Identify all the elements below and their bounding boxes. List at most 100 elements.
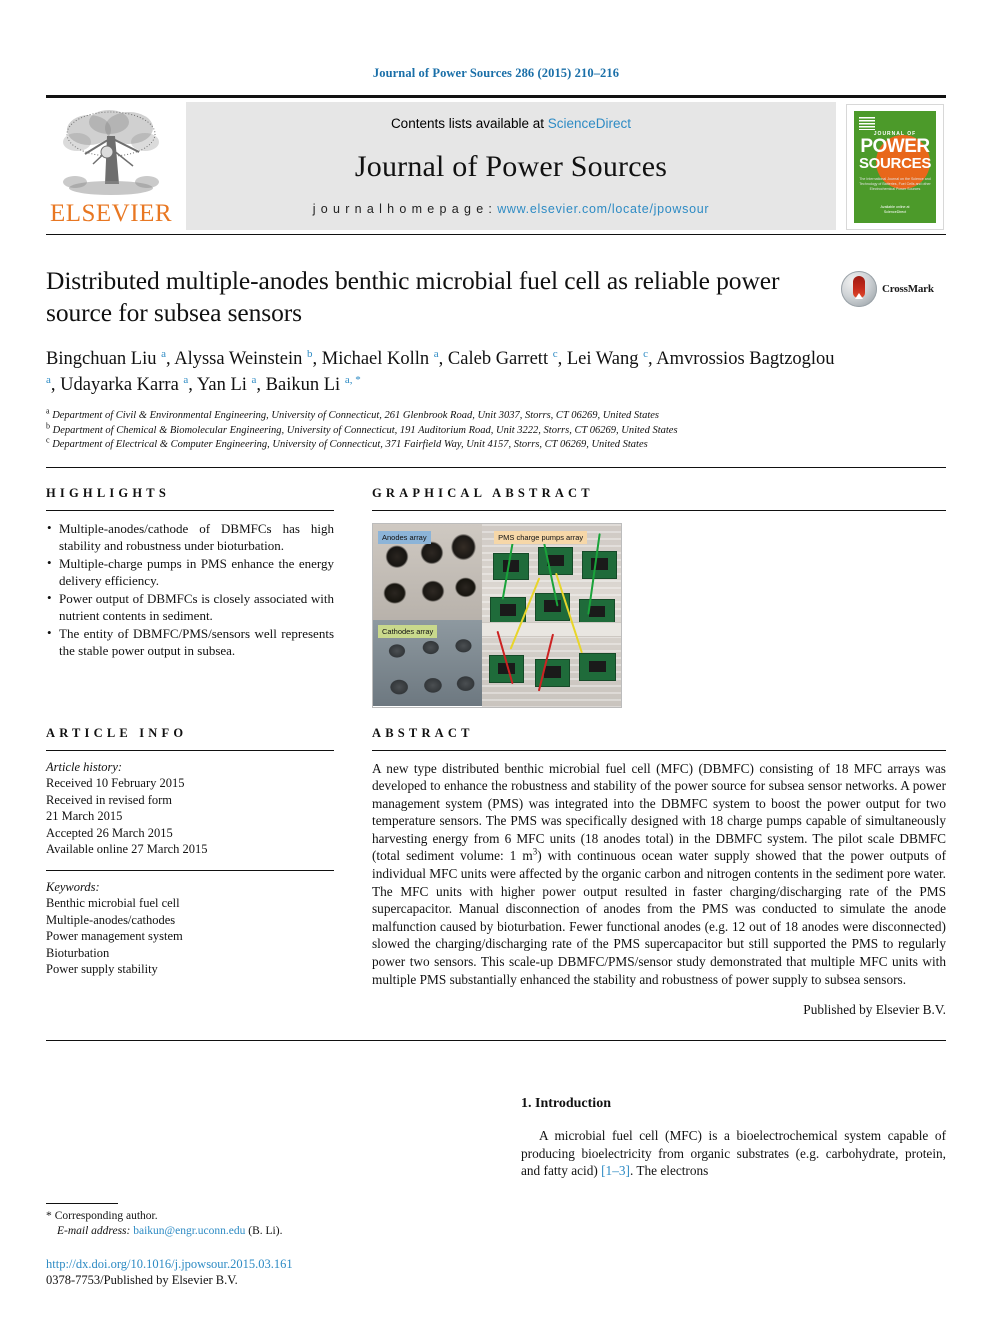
anodes-array-photo: Anodes array bbox=[373, 523, 483, 621]
highlights-list: Multiple-anodes/cathode of DBMFCs has hi… bbox=[46, 519, 334, 660]
elsevier-tree-icon bbox=[63, 110, 159, 195]
email-address-label: E-mail address: bbox=[57, 1225, 131, 1238]
highlights-rule bbox=[46, 509, 334, 511]
corresponding-email-link[interactable]: baikun@engr.uconn.edu bbox=[133, 1225, 245, 1237]
highlights-column: HIGHLIGHTS Multiple-anodes/cathode of DB… bbox=[46, 468, 334, 708]
introduction-heading: 1. Introduction bbox=[521, 1096, 611, 1112]
affiliation-line: b Department of Chemical & Biomolecular … bbox=[46, 421, 678, 436]
cover-barcode-mark bbox=[859, 117, 875, 130]
article-history-line: Available online 27 March 2015 bbox=[46, 842, 208, 856]
contents-lists-line: Contents lists available at ScienceDirec… bbox=[391, 116, 631, 131]
footnote-line-1: * Corresponding author. bbox=[46, 1209, 376, 1224]
article-history-line: Accepted 26 March 2015 bbox=[46, 825, 173, 840]
keyword-item: Multiple-anodes/cathodes bbox=[46, 912, 176, 927]
article-history-label: Article history: bbox=[46, 759, 123, 774]
footnote-line-2: E-mail address: baikun@engr.uconn.edu (B… bbox=[46, 1224, 376, 1239]
keyword-item: Power supply stability bbox=[46, 962, 158, 976]
article-history-lines: Received 10 February 2015 Received in rev… bbox=[46, 775, 334, 858]
published-by-line: Published by Elsevier B.V. bbox=[803, 1002, 946, 1018]
affiliation-line: c Department of Electrical & Computer En… bbox=[46, 435, 648, 450]
corresponding-author-text: Corresponding author. bbox=[54, 1210, 158, 1223]
cover-sources-text: SOURCES bbox=[858, 155, 932, 172]
running-head: Journal of Power Sources 286 (2015) 210–… bbox=[372, 66, 620, 80]
keywords-block: Keywords: Benthic microbial fuel cell Mul… bbox=[46, 879, 334, 978]
affiliation-list: a Department of Civil & Environmental En… bbox=[46, 406, 946, 453]
sciencedirect-link[interactable]: ScienceDirect bbox=[548, 116, 631, 131]
pcb-module bbox=[582, 550, 618, 579]
introduction-text: A microbial fuel cell (MFC) is a bioelec… bbox=[521, 1128, 946, 1179]
graphical-abstract-figure: Anodes array Cathodes array PMS charge p… bbox=[372, 522, 622, 708]
cover-footer-text: Available online at ScienceDirect bbox=[880, 205, 910, 214]
keyword-item: Bioturbation bbox=[46, 945, 110, 960]
keywords-rule bbox=[46, 869, 334, 871]
highlights-heading: HIGHLIGHTS bbox=[46, 485, 170, 500]
doi-link[interactable]: http://dx.doi.org/10.1016/j.jpowsour.201… bbox=[46, 1256, 293, 1272]
article-history-line: Received in revised form bbox=[46, 792, 172, 807]
journal-cover-thumbnail: JOURNAL OF POWER SOURCES The Internation… bbox=[846, 102, 946, 230]
corresponding-author-footnote: * Corresponding author. E-mail address: b… bbox=[46, 1203, 376, 1239]
masthead-center-panel: Contents lists available at ScienceDirec… bbox=[186, 102, 836, 230]
keywords-label: Keywords: bbox=[46, 879, 100, 894]
article-info-column: ARTICLE INFO Article history: Received 1… bbox=[46, 708, 334, 1019]
cathodes-array-photo: Cathodes array bbox=[373, 620, 483, 707]
highlights-graphical-row: HIGHLIGHTS Multiple-anodes/cathode of DB… bbox=[46, 468, 946, 708]
article-info-rule bbox=[46, 749, 334, 751]
column-gap bbox=[334, 708, 372, 1019]
pms-charge-pumps-label: PMS charge pumps array bbox=[494, 530, 588, 544]
highlight-item: Multiple-charge pumps in PMS enhance the… bbox=[46, 554, 334, 590]
homepage-url-link[interactable]: www.elsevier.com/locate/jpowsour bbox=[497, 202, 709, 216]
crossmark-icon bbox=[841, 271, 877, 307]
highlight-item: Multiple-anodes/cathode of DBMFCs has hi… bbox=[46, 519, 334, 555]
body-columns: * Corresponding author. E-mail address: b… bbox=[46, 1041, 946, 1301]
cover-power-text: POWER bbox=[860, 136, 930, 157]
contents-prefix: Contents lists available at bbox=[390, 116, 548, 131]
crossmark-badge-group[interactable]: CrossMark bbox=[841, 267, 946, 311]
keywords-lines: Benthic microbial fuel cell Multiple-anod… bbox=[46, 895, 334, 978]
ga-right-photo: PMS charge pumps array bbox=[482, 523, 621, 707]
keyword-item: Power management system bbox=[46, 929, 183, 943]
cover-art: JOURNAL OF POWER SOURCES The Internation… bbox=[854, 111, 936, 223]
page-title: Distributed multiple-anodes benthic micr… bbox=[46, 266, 780, 327]
graphical-abstract-column: GRAPHICAL ABSTRACT Anodes array Cathodes… bbox=[372, 468, 946, 708]
email-owner: (B. Li). bbox=[248, 1225, 283, 1238]
masthead-bottom-rule bbox=[46, 234, 946, 235]
column-gap bbox=[334, 468, 372, 708]
article-history-line: 21 March 2015 bbox=[46, 809, 123, 823]
article-first-page: Journal of Power Sources 286 (2015) 210–… bbox=[0, 0, 992, 1323]
doi-block: http://dx.doi.org/10.1016/j.jpowsour.201… bbox=[46, 1256, 293, 1288]
cover-image: JOURNAL OF POWER SOURCES The Internation… bbox=[846, 104, 944, 230]
anodes-array-label: Anodes array bbox=[378, 530, 431, 544]
abstract-text: A new type distributed benthic microbial… bbox=[372, 760, 946, 987]
pcb-module bbox=[579, 653, 617, 682]
title-block: CrossMark Distributed multiple-anodes be… bbox=[46, 265, 946, 453]
keyword-item: Benthic microbial fuel cell bbox=[46, 896, 180, 910]
elsevier-wordmark: ELSEVIER bbox=[49, 200, 173, 227]
elsevier-logo: ELSEVIER bbox=[46, 102, 176, 230]
footnote-rule bbox=[46, 1203, 118, 1205]
masthead-top-rule bbox=[46, 95, 946, 98]
journal-homepage-line: j o u r n a l h o m e p a g e : www.else… bbox=[313, 202, 710, 216]
body-left-column: * Corresponding author. E-mail address: b… bbox=[46, 1041, 466, 1301]
abstract-heading: ABSTRACT bbox=[372, 725, 474, 740]
body-right-column: 1. Introduction A microbial fuel cell (M… bbox=[466, 1041, 946, 1301]
cover-subtitle-text: The International Journal on the Science… bbox=[859, 177, 931, 191]
abstract-column: ABSTRACT A new type distributed benthic … bbox=[372, 708, 946, 1019]
ga-left-photos: Anodes array Cathodes array bbox=[373, 523, 483, 707]
graphical-abstract-rule bbox=[372, 509, 946, 511]
homepage-prefix: j o u r n a l h o m e p a g e : bbox=[312, 202, 498, 216]
author-list: Bingchuan Liu a, Alyssa Weinstein b, Mic… bbox=[46, 347, 835, 395]
journal-masthead: ELSEVIER Contents lists available at Sci… bbox=[46, 102, 946, 230]
article-info-heading: ARTICLE INFO bbox=[46, 725, 188, 740]
highlight-item: Power output of DBMFCs is closely associ… bbox=[46, 589, 334, 625]
abstract-rule bbox=[372, 749, 946, 751]
article-history-block: Article history: Received 10 February 20… bbox=[46, 759, 334, 858]
affiliation-line: a Department of Civil & Environmental En… bbox=[46, 406, 659, 421]
issn-line: 0378-7753/Published by Elsevier B.V. bbox=[46, 1273, 238, 1288]
article-history-line: Received 10 February 2015 bbox=[46, 776, 185, 790]
highlight-item: The entity of DBMFC/PMS/sensors well rep… bbox=[46, 624, 334, 660]
journal-title: Journal of Power Sources bbox=[354, 149, 668, 183]
pcb-module bbox=[537, 547, 573, 575]
cathodes-array-label: Cathodes array bbox=[378, 625, 438, 639]
graphical-abstract-heading: GRAPHICAL ABSTRACT bbox=[372, 485, 594, 500]
crossmark-label: CrossMark bbox=[882, 283, 934, 295]
